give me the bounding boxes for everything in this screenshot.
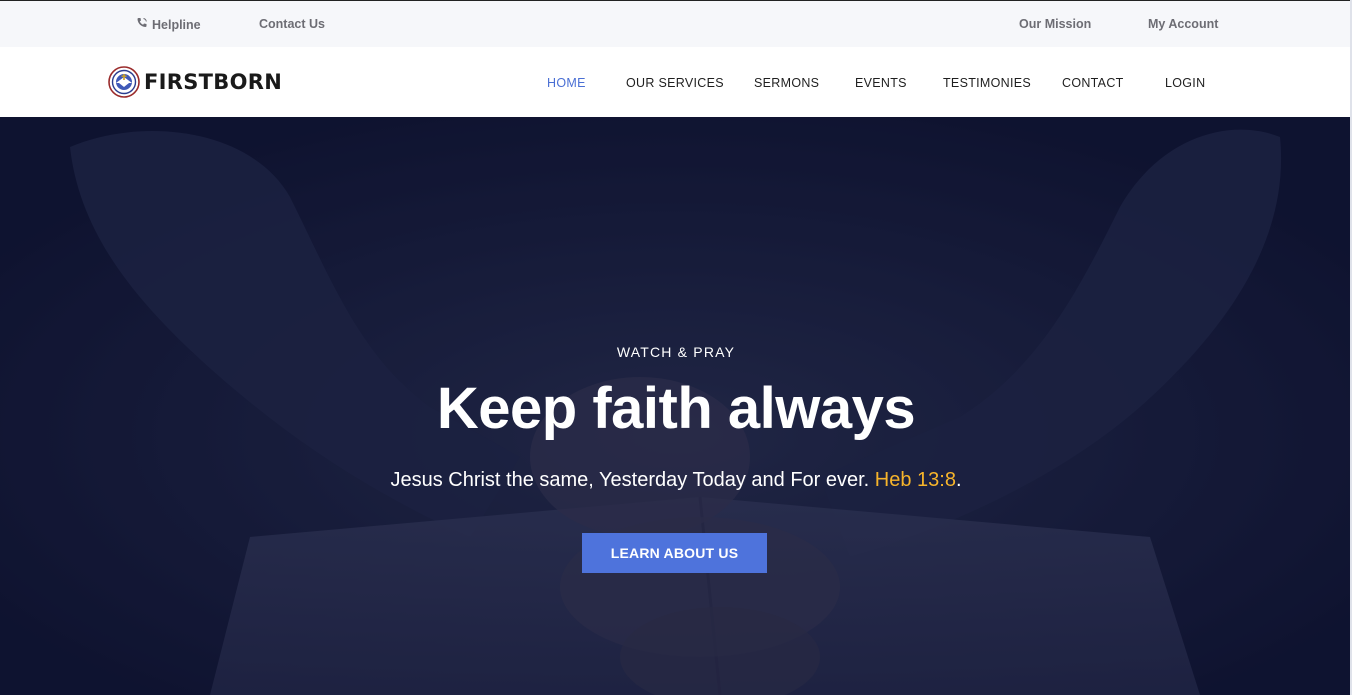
phone-icon [137, 18, 147, 27]
nav-our-services[interactable]: OUR SERVICES [626, 76, 724, 90]
learn-about-us-button[interactable]: LEARN ABOUT US [582, 533, 767, 573]
verse-text: Jesus Christ the same, Yesterday Today a… [390, 469, 870, 491]
hero-verse: Jesus Christ the same, Yesterday Today a… [0, 469, 1352, 492]
nav-login[interactable]: LOGIN [1165, 76, 1205, 90]
contact-us-link[interactable]: Contact Us [259, 17, 325, 31]
nav-contact[interactable]: CONTACT [1062, 76, 1124, 90]
helpline-link[interactable]: Helpline [136, 17, 201, 32]
nav-testimonies[interactable]: TESTIMONIES [943, 76, 1031, 90]
verse-reference: Heb 13:8 [874, 469, 956, 491]
our-mission-link[interactable]: Our Mission [1019, 17, 1091, 31]
nav-events[interactable]: EVENTS [855, 76, 907, 90]
helpline-label: Helpline [152, 18, 201, 32]
nav-home[interactable]: HOME [547, 76, 586, 90]
hero-section: WATCH & PRAY Keep faith always Jesus Chr… [0, 117, 1352, 695]
church-emblem-icon [108, 66, 140, 98]
brand-name: FIRSTBORN [144, 70, 283, 94]
top-bar: Helpline Contact Us Our Mission My Accou… [0, 0, 1352, 47]
my-account-link[interactable]: My Account [1148, 17, 1218, 31]
verse-end: . [955, 469, 962, 491]
main-navbar: FIRSTBORN HOME OUR SERVICES SERMONS EVEN… [0, 47, 1352, 117]
brand-logo[interactable]: FIRSTBORN [108, 66, 282, 98]
nav-sermons[interactable]: SERMONS [754, 76, 819, 90]
hero-subtitle: WATCH & PRAY [616, 344, 736, 360]
hero-title: Keep faith always [436, 376, 916, 441]
